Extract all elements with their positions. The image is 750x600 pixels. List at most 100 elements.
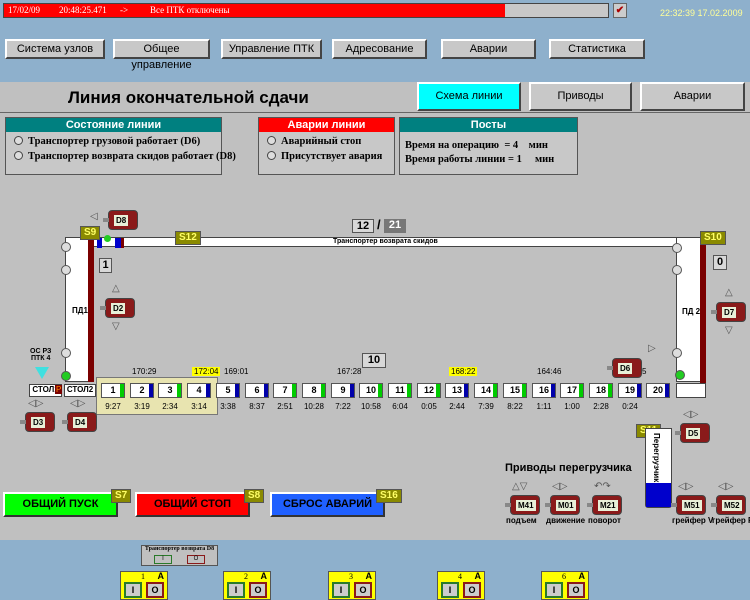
pallet-slot[interactable]: 16 [532,383,556,398]
motor-label: D4 [73,417,88,428]
pallet-status [177,384,181,397]
acknowledge-button[interactable]: ✔ [613,3,627,18]
reset-tag: S16 [376,489,402,503]
pd1-label: ПД1 [72,306,88,315]
pallet-slot[interactable]: 9 [331,383,355,398]
motor-d7-icon[interactable]: D7 [711,302,746,322]
motor-m41-icon[interactable]: M41 [505,495,540,515]
post-unit: мин [534,154,555,165]
post-off-button[interactable]: O [354,582,372,598]
motor-d6-icon[interactable]: D6 [607,358,642,378]
roller [61,348,71,358]
transfer-drives-title: Приводы перегрузчика [505,462,632,474]
pallet-slot[interactable]: 7 [273,383,297,398]
post-on-button[interactable]: I [124,582,142,598]
lift-pd2-bar [700,237,706,397]
motor-m01-icon[interactable]: M01 [545,495,580,515]
post-off-button[interactable]: O [567,582,585,598]
pallet-slot[interactable]: 11 [388,383,412,398]
pallet-number: 11 [395,385,405,395]
tab-drives[interactable]: Приводы [529,82,632,111]
pallet-time: 2:51 [277,402,293,411]
motor-d4-icon[interactable]: D4 [62,412,97,432]
d8-off-button[interactable]: O [187,555,205,564]
page-title: Линия окончательной сдачи [68,88,309,107]
pallet-slot[interactable]: 15 [503,383,527,398]
eq: = [504,140,511,151]
arrow-right-icon: ▷ [648,343,656,354]
post-on-button[interactable]: I [545,582,563,598]
pallet-slot[interactable]: 18 [589,383,613,398]
post-off-button[interactable]: O [249,582,267,598]
auto-mode: A [260,571,268,581]
pallet-status [608,384,612,397]
drive-label: подъем [506,516,537,525]
pallet-time: 7:22 [335,402,351,411]
post-off-button[interactable]: O [146,582,164,598]
nav-addressing[interactable]: Адресование [332,39,427,59]
pallet-status [464,384,468,397]
motor-m52-icon[interactable]: M52 [711,495,746,515]
pallet-slot[interactable]: 20 [646,383,670,398]
pallet-slot[interactable]: 10 [359,383,383,398]
alarm-time: 20:48:25.471 [59,5,107,15]
motor-d8-icon[interactable]: D8 [103,210,138,230]
general-stop-button[interactable]: ОБЩИЙ СТОП [135,492,250,517]
pallet-slot[interactable]: 13 [445,383,469,398]
post-off-button[interactable]: O [463,582,481,598]
pallet-slot[interactable]: 1 [101,383,125,398]
tab-alarms[interactable]: Аварии [640,82,745,111]
pallet-number: 3 [167,385,173,395]
alarm-bar[interactable]: 17/02/09 20:48:25.471 -> Все ПТК отключе… [3,3,609,18]
post-label: Время на операцию [405,140,500,151]
post-on-button[interactable]: I [441,582,459,598]
pallet-slot[interactable]: 17 [560,383,584,398]
pallet-number: 4 [196,385,202,395]
nav-alarms[interactable]: Аварии [441,39,536,59]
pallet-slot[interactable]: 19 [618,383,642,398]
pallet-time: 0:24 [622,402,638,411]
pallet-slot[interactable]: 14 [474,383,498,398]
nav-node-system[interactable]: Система узлов [5,39,105,59]
motor-d3-icon[interactable]: D3 [20,412,55,432]
transfer-table[interactable] [676,383,706,398]
pallet-status [551,384,555,397]
post-1-control: 1 A IO [120,571,168,600]
pallet-status [120,384,124,397]
pallet-slot[interactable]: 6 [245,383,269,398]
sensor-s10: S10 [700,231,726,245]
alarm-label: Присутствует авария [281,151,383,162]
post-on-button[interactable]: I [227,582,245,598]
pallet-slot[interactable]: 12 [417,383,441,398]
arrows-horizontal-icon: ◁▷ [70,398,86,409]
pallet-slot[interactable]: 8 [302,383,326,398]
motor-m51-icon[interactable]: M51 [671,495,706,515]
stop-tag: S8 [244,489,265,503]
pallet-slot[interactable]: 3 [158,383,182,398]
motor-m21-icon[interactable]: M21 [587,495,622,515]
d8-on-button[interactable]: I [154,555,172,564]
transfer-unit[interactable]: Перегрузчик [645,428,672,508]
table-2[interactable]: СТОЛ2 [64,384,96,397]
arrow-up-icon: △ [112,283,120,294]
pallet-number: 16 [538,385,549,395]
nav-ptk-control[interactable]: Управление ПТК [221,39,322,59]
tab-line-scheme[interactable]: Схема линии [417,82,521,111]
pallet-slot[interactable]: 5 [216,383,240,398]
transfer-level [646,483,671,507]
post-on-button[interactable]: I [332,582,350,598]
post-3-control: 3 A IO [328,571,376,600]
pallet-slot[interactable]: 2 [130,383,154,398]
counter-total: 21 [384,219,406,233]
reset-alarms-button[interactable]: СБРОС АВАРИЙ [270,492,385,517]
pallet-slot[interactable]: 4 [187,383,211,398]
state-label: Транспортер грузовой работает (D6) [28,136,201,147]
pallet-time: 8:37 [249,402,265,411]
motor-d2-icon[interactable]: D2 [100,298,135,318]
pallet-time: 2:44 [449,402,465,411]
nav-statistics[interactable]: Статистика [549,39,645,59]
general-start-button[interactable]: ОБЩИЙ ПУСК [3,492,118,517]
motor-d5-icon[interactable]: D5 [675,423,710,443]
post-6-control: 6 A IO [541,571,589,600]
nav-general-control[interactable]: Общее управление [113,39,210,71]
